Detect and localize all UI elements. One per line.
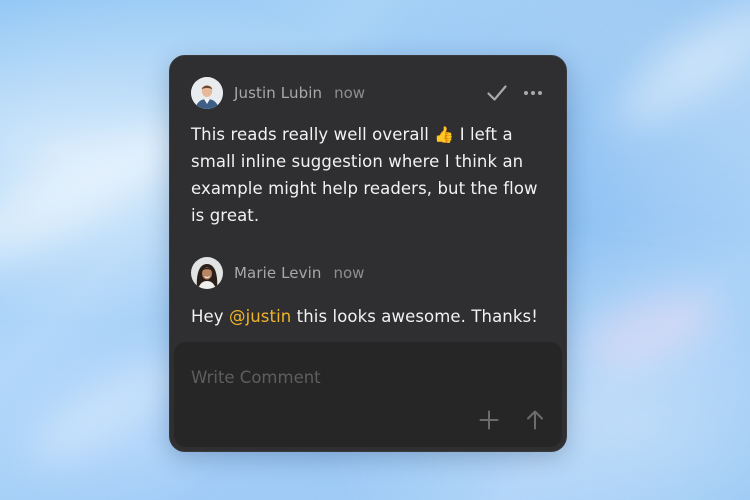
comment-header: Marie Levin now [191,256,546,290]
background-light-streak [573,277,727,383]
more-options-button[interactable] [520,80,546,106]
thumbs-up-icon: 👍 [434,125,455,144]
comment-text: This reads really well overall [191,125,435,144]
comment-text: Hey [191,307,229,326]
send-comment-button[interactable] [522,407,548,433]
comment-body: This reads really well overall 👍 I left … [191,121,546,229]
checkmark-icon [487,85,507,101]
more-horizontal-icon [524,91,542,95]
comment-timestamp: now [334,84,366,102]
comment-thread-card: Justin Lubin now This reads really well [169,55,567,452]
comment: Marie Levin now Hey @justin this looks a… [191,256,546,330]
comment: Justin Lubin now This reads really well [191,76,546,229]
composer-actions [476,407,548,433]
comment-timestamp: now [333,264,365,282]
avatar-justin-lubin[interactable] [191,77,223,109]
background-light-streak [603,0,750,143]
comment-author: Justin Lubin [234,84,323,102]
comment-text: this looks awesome. Thanks! [291,307,538,326]
add-attachment-button[interactable] [476,407,502,433]
user-mention-link[interactable]: @justin [229,307,291,326]
comment-actions [484,80,546,106]
comment-header: Justin Lubin now [191,76,546,110]
comment-body: Hey @justin this looks awesome. Thanks! [191,303,546,330]
arrow-up-icon [527,410,543,430]
comment-composer [174,342,562,447]
write-comment-input[interactable] [174,342,562,398]
avatar-marie-levin[interactable] [191,257,223,289]
comment-author: Marie Levin [234,264,322,282]
resolve-button[interactable] [484,80,510,106]
plus-icon [479,410,499,430]
